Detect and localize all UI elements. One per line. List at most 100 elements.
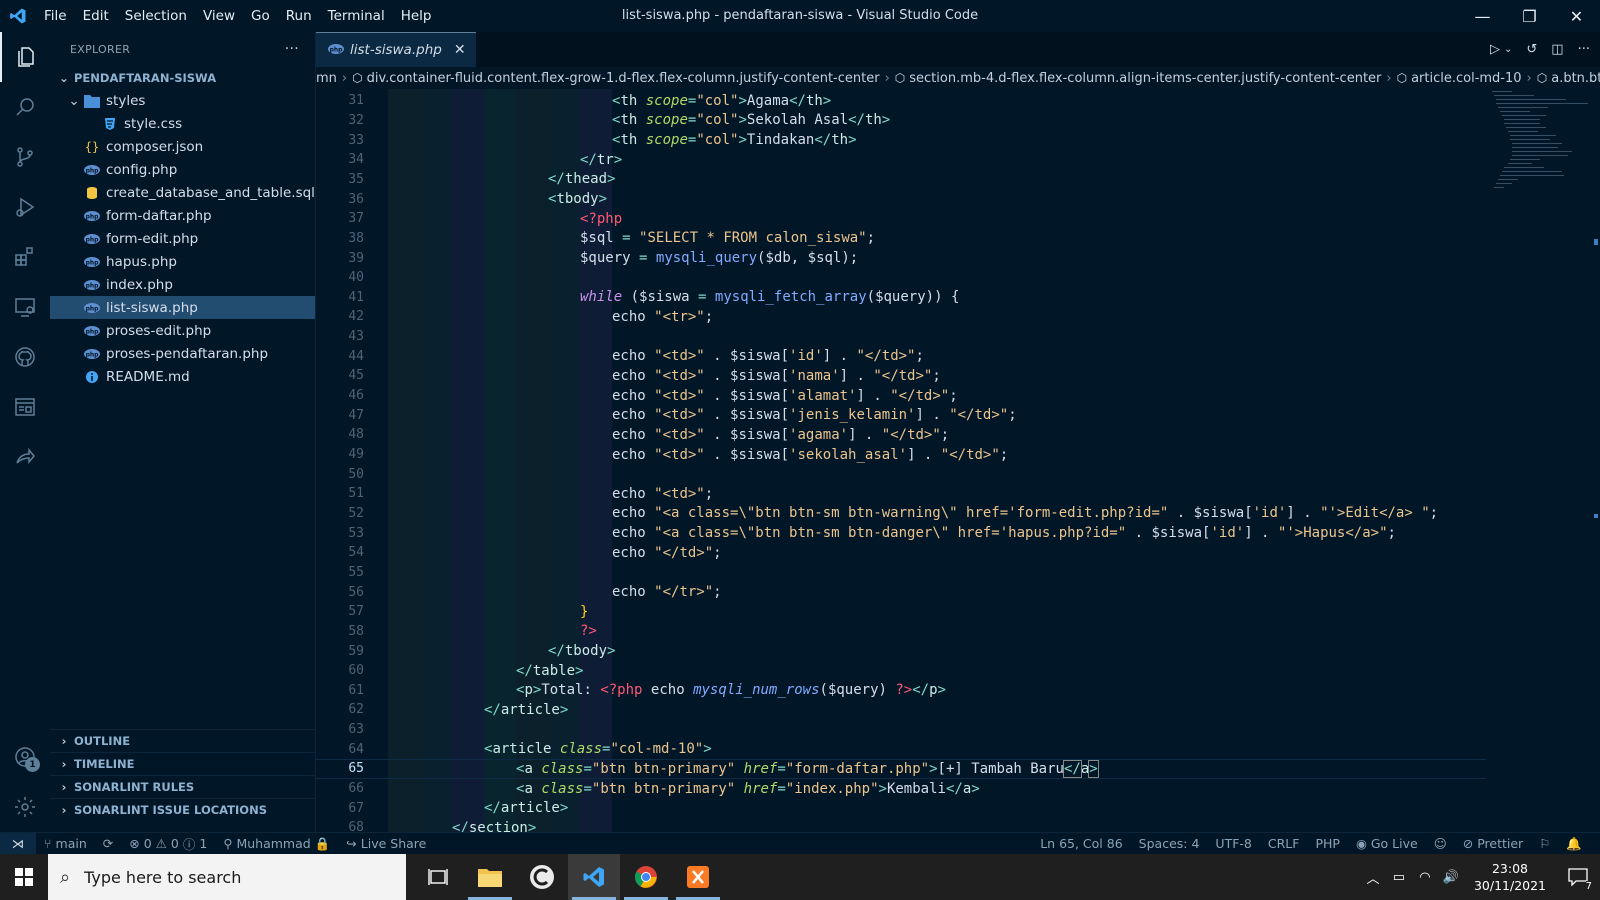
code-text: echo "<td>" . $siswa['sekolah_asal'] . "… [612,446,1009,463]
file-item[interactable]: php index.php [50,273,315,296]
branch-indicator[interactable]: ⑂ main [36,836,95,851]
prettier-button[interactable]: ⊘ Prettier [1455,836,1531,852]
clock[interactable]: 23:08 30/11/2021 [1464,860,1556,894]
menu-run[interactable]: Run [278,0,320,32]
vscode-taskbar-icon[interactable] [568,854,620,900]
cursor-position[interactable]: Ln 65, Col 86 [1032,836,1130,852]
file-item[interactable]: php form-edit.php [50,227,315,250]
file-name: hapus.php [106,253,177,270]
menu-selection[interactable]: Selection [117,0,195,32]
menu-view[interactable]: View [195,0,243,32]
battery-icon[interactable]: ▭ [1386,870,1412,885]
more-icon[interactable]: ··· [1578,42,1590,57]
sonarlint-issues-section[interactable]: › SONARLINT ISSUE LOCATIONS [50,798,316,821]
code-editor[interactable]: 31 <th scope="col">Agama</th> 32 <th scope=… [316,89,1600,832]
file-item[interactable]: {} composer.json [50,135,315,158]
feedback-icon[interactable]: ⚐ [1531,836,1558,852]
file-item[interactable]: php hapus.php [50,250,315,273]
line-number: 62 [348,702,364,718]
problems-indicator[interactable]: ⊗ 0 ⚠ 0 ⓘ 1 [121,834,215,853]
file-item[interactable]: create_database_and_table.sql [50,181,315,204]
wifi-icon[interactable]: ◠ [1412,870,1438,885]
live-share-icon[interactable] [0,432,50,482]
extensions-icon[interactable] [0,232,50,282]
file-item[interactable]: php form-daftar.php [50,204,315,227]
close-tab-icon[interactable]: ✕ [454,42,466,58]
code-text: <th scope="col">Agama</th> [612,92,832,109]
menu-help[interactable]: Help [393,0,440,32]
branch-label: main [55,836,87,851]
line-number: 67 [348,800,364,816]
tab-list-siswa[interactable]: php list-siswa.php ✕ [316,32,476,67]
explorer-icon[interactable] [0,32,50,82]
ccleaner-icon[interactable] [516,854,568,900]
file-item[interactable]: php list-siswa.php [50,296,315,319]
file-item[interactable]: style.css [50,112,315,135]
volume-icon[interactable]: 🔊 [1438,870,1464,885]
close-window-icon[interactable]: ✕ [1553,0,1600,32]
language-mode[interactable]: PHP [1307,836,1347,852]
file-item[interactable]: php proses-edit.php [50,319,315,342]
encoding[interactable]: UTF-8 [1207,836,1259,852]
run-icon[interactable]: ▷ [1490,42,1500,57]
breadcrumb-item[interactable]: ⬡a.btn.btn-primary [1537,71,1600,86]
settings-gear-icon[interactable] [0,782,50,832]
breadcrumb-item[interactable]: mn [316,71,337,86]
editor-tabs: php list-siswa.php ✕ [316,32,1600,67]
restore-icon[interactable]: ❐ [1506,0,1553,32]
more-actions-icon[interactable]: ··· [285,41,299,57]
file-name: proses-pendaftaran.php [106,345,269,362]
timeline-section[interactable]: › TIMELINE [50,752,316,775]
panel-icon[interactable] [0,382,50,432]
file-explorer-icon[interactable] [464,854,516,900]
window-controls: — ❐ ✕ [1459,0,1600,32]
minimap[interactable] [1490,89,1590,209]
accounts-icon[interactable]: 1 [0,732,50,782]
remote-explorer-icon[interactable] [0,282,50,332]
breadcrumb-item[interactable]: ⬡ section.mb-4.d-flex.flex-column.align-i… [895,71,1382,86]
minimize-icon[interactable]: — [1459,0,1506,32]
task-view-icon[interactable] [412,854,464,900]
code-text: $query = mysqli_query($db, $sql); [580,250,859,266]
outline-section[interactable]: › OUTLINE [50,729,316,752]
indentation[interactable]: Spaces: 4 [1131,836,1208,852]
history-icon[interactable]: ↺ [1526,42,1537,57]
golive-button[interactable]: ◉ Go Live [1348,836,1426,852]
sync-icon[interactable]: ⟳ [95,836,121,851]
liveshare-button[interactable]: ↪ Live Share [338,836,434,851]
line-ending[interactable]: CRLF [1260,836,1308,852]
sonarlint-rules-section[interactable]: › SONARLINT RULES [50,775,316,798]
code-line: 58 ?> [316,622,1486,642]
user-indicator[interactable]: ⚲ Muhammad 🔒 [215,836,338,852]
chevron-up-icon[interactable]: ︿ [1360,868,1386,887]
file-item[interactable]: php config.php [50,158,315,181]
remote-indicator-icon[interactable]: ⋊ [0,832,36,855]
svg-text:php: php [86,282,100,289]
search-icon[interactable] [0,82,50,132]
breadcrumb-item[interactable]: ⬡ div.container-fluid.content.flex-grow-1… [352,71,879,86]
copilot-icon[interactable]: ☺ [1426,836,1455,852]
file-item[interactable]: README.md [50,365,315,388]
notification-center-icon[interactable]: 7 [1556,868,1600,892]
menu-file[interactable]: File [36,0,75,32]
folder-styles[interactable]: ⌄ styles [50,89,315,112]
run-debug-icon[interactable] [0,182,50,232]
line-number: 45 [348,368,364,384]
source-control-icon[interactable] [0,132,50,182]
menu-go[interactable]: Go [243,0,278,32]
workspace-root[interactable]: ⌄ PENDAFTARAN-SISWA [50,66,315,89]
file-item[interactable]: php proses-pendaftaran.php [50,342,315,365]
github-icon[interactable] [0,332,50,382]
menu-edit[interactable]: Edit [75,0,117,32]
vscode-logo-icon[interactable] [0,0,36,32]
notifications-bell-icon[interactable]: 🔔 [1558,836,1590,852]
split-editor-icon[interactable]: ◫ [1551,42,1563,57]
windows-start-icon[interactable] [0,854,48,900]
chrome-icon[interactable] [620,854,672,900]
chevron-down-icon[interactable]: ⌄ [1504,44,1512,55]
vertical-scrollbar[interactable] [1588,89,1600,832]
xampp-icon[interactable] [672,854,724,900]
breadcrumb-item[interactable]: ⬡ article.col-md-10 [1397,71,1522,86]
taskbar-search-box[interactable]: ⌕ Type here to search [48,854,406,900]
menu-terminal[interactable]: Terminal [320,0,393,32]
